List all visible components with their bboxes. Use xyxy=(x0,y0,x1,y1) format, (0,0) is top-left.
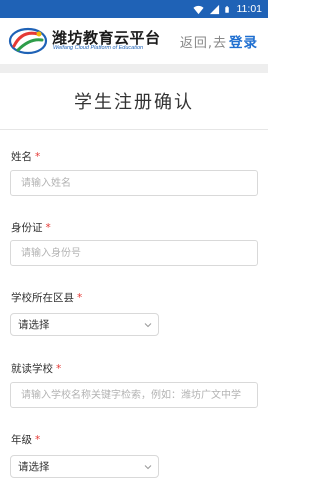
grade-label: 年级 * xyxy=(11,432,40,447)
id-card-label-text: 身份证 xyxy=(11,222,43,234)
app-header: 潍坊教育云平台 Weifang Cloud Platform of Educat… xyxy=(0,18,268,64)
id-card-input[interactable] xyxy=(10,240,258,266)
grade-label-text: 年级 xyxy=(11,434,32,446)
district-selected: 请选择 xyxy=(18,319,50,331)
logo-icon xyxy=(8,27,48,55)
brand-subtitle: Weifang Cloud Platform of Education xyxy=(53,45,144,51)
school-label-text: 就读学校 xyxy=(11,363,53,375)
chevron-down-icon xyxy=(144,323,152,328)
title-divider xyxy=(0,129,268,130)
status-bar: 11:01 xyxy=(0,0,268,18)
signal-icon xyxy=(209,4,219,14)
page-title: 学生注册确认 xyxy=(74,92,194,113)
required-mark: * xyxy=(35,434,41,446)
name-label: 姓名 * xyxy=(11,149,40,164)
chevron-down-icon xyxy=(144,465,152,470)
header-actions: 返回,去 登录 xyxy=(180,31,258,51)
battery-icon xyxy=(224,5,229,13)
district-select[interactable]: 请选择 xyxy=(10,313,159,336)
status-time: 11:01 xyxy=(236,3,263,15)
grade-select[interactable]: 请选择 xyxy=(10,455,159,478)
district-label-text: 学校所在区县 xyxy=(11,292,74,304)
header-divider xyxy=(0,64,268,73)
login-link[interactable]: 登录 xyxy=(229,31,258,51)
back-text[interactable]: 返回,去 xyxy=(180,32,227,51)
district-label: 学校所在区县 * xyxy=(11,290,82,305)
school-input[interactable] xyxy=(10,382,258,408)
wifi-icon xyxy=(192,5,204,14)
school-label: 就读学校 * xyxy=(11,361,61,376)
required-mark: * xyxy=(45,222,51,234)
id-card-label: 身份证 * xyxy=(11,220,51,235)
required-mark: * xyxy=(56,363,62,375)
name-input[interactable] xyxy=(10,170,258,196)
name-label-text: 姓名 xyxy=(11,151,32,163)
grade-selected: 请选择 xyxy=(18,461,50,473)
required-mark: * xyxy=(35,151,41,163)
required-mark: * xyxy=(77,292,83,304)
